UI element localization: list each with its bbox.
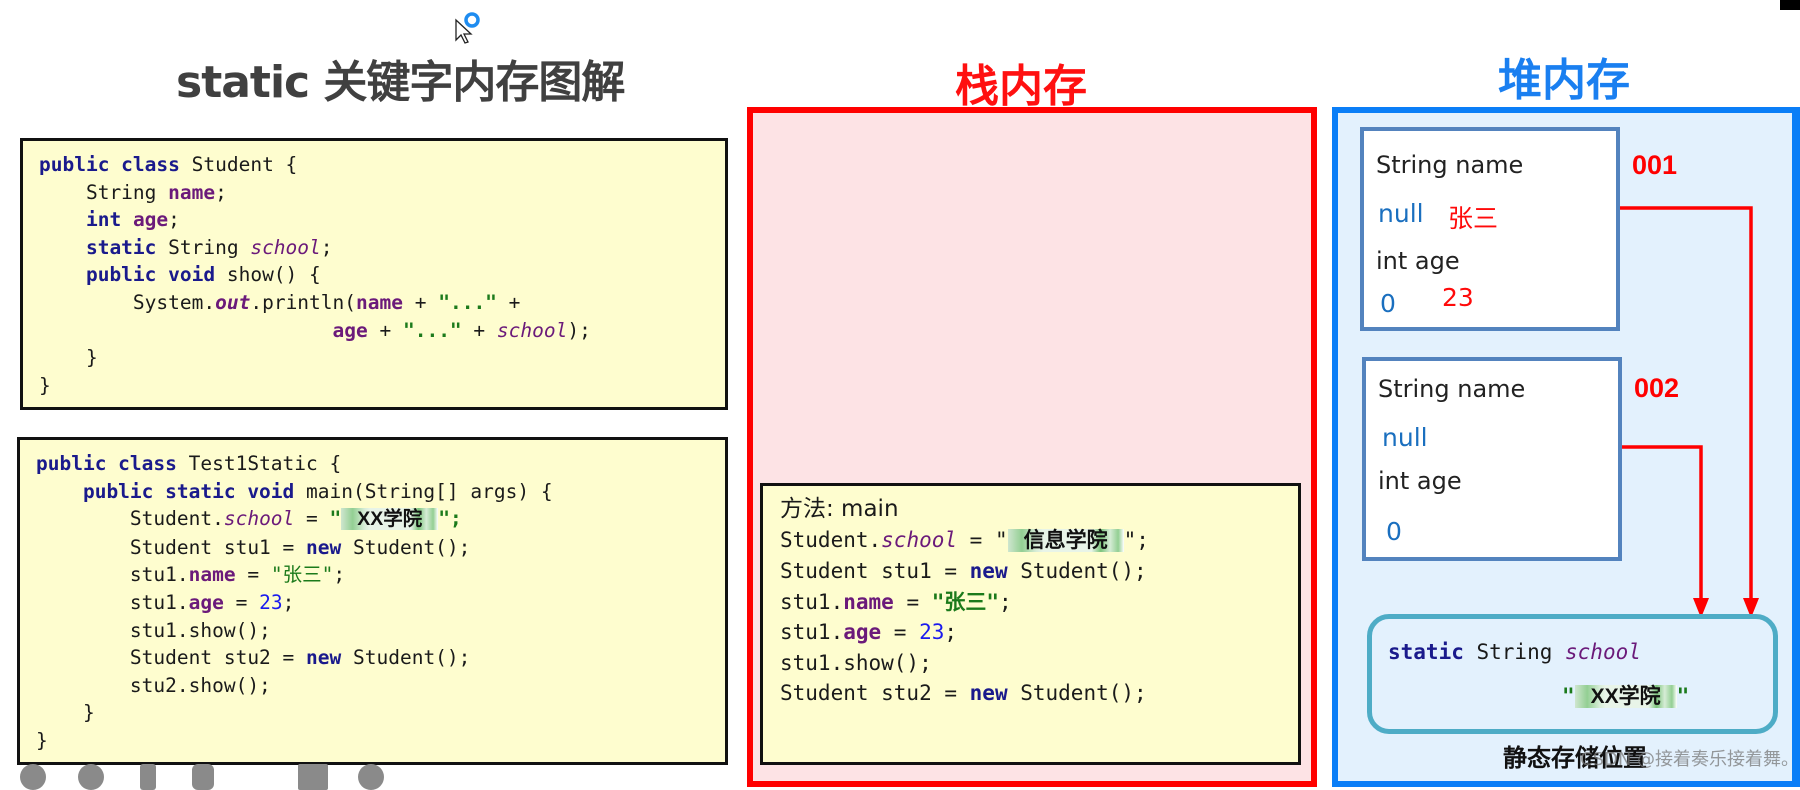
static-field-declaration: static String school [1388,640,1641,664]
watermark: CSDN @接着奏乐接着舞。 [1580,749,1800,770]
blurred-school-name: XX学院 [1574,685,1677,708]
arrow-001-to-static [1620,206,1759,618]
static-field-value: " XX学院 " [1562,684,1690,708]
static-storage-box: static String school " XX学院 " [1367,614,1778,734]
arrow-002-to-static [1622,445,1709,618]
